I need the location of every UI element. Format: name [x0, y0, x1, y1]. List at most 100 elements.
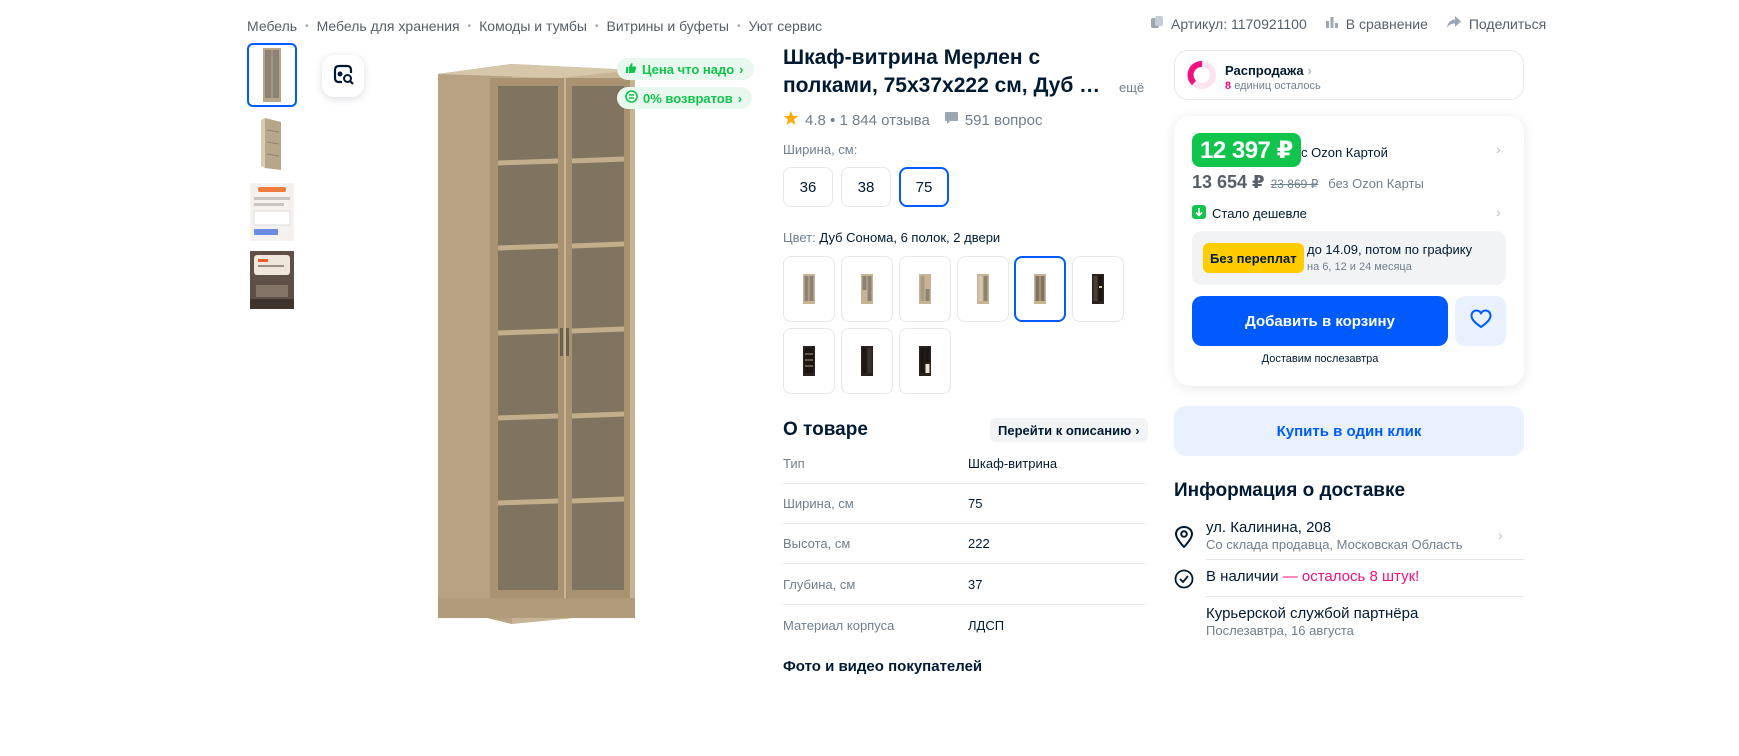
spec-row: Глубина, см 37 [783, 565, 1145, 605]
courier-label: Курьерской службой партнёра [1206, 605, 1419, 622]
image-search-icon [331, 62, 355, 91]
sale-card[interactable]: Распродажа › 8 единиц осталось [1174, 50, 1524, 100]
courier-row: Курьерской службой партнёра Послезавтра,… [1174, 605, 1524, 638]
badge-label: Цена что надо [642, 61, 735, 77]
product-main-image[interactable] [420, 58, 650, 628]
spec-key: Тип [783, 456, 805, 471]
sale-title-row: Распродажа › [1225, 62, 1312, 78]
spec-value: ЛДСП [968, 617, 1005, 633]
cabinet-thumbnail-image [263, 48, 281, 102]
width-option-selected[interactable]: 75 [899, 167, 949, 207]
color-label: Цвет: [783, 230, 816, 245]
breadcrumb-item[interactable]: Мебель для хранения [317, 18, 460, 34]
gallery-thumbnail[interactable] [247, 112, 297, 176]
compare-button[interactable]: В сравнение [1325, 15, 1428, 32]
color-swatch[interactable] [899, 256, 951, 322]
add-to-cart-button[interactable]: Добавить в корзину [1192, 296, 1448, 346]
title-more-link[interactable]: ещё [1119, 80, 1144, 95]
spec-value: 37 [968, 577, 983, 592]
breadcrumb-item[interactable]: Витрины и буфеты [607, 18, 729, 34]
spec-value: 75 [968, 496, 983, 511]
delivery-address-sub: Со склада продавца, Московская Область [1206, 537, 1463, 552]
delivery-address: ул. Калинина, 208 [1206, 519, 1332, 536]
breadcrumb-item[interactable]: Уют сервис [748, 18, 822, 34]
rating-reviews-link[interactable]: 4.8 • 1 844 отзыва [805, 112, 930, 129]
article-number: Артикул: 1170921100 [1171, 15, 1307, 32]
color-swatch[interactable] [841, 256, 893, 322]
breadcrumb-item[interactable]: Мебель [247, 18, 297, 34]
product-title-line: полками, 75x37x222 см, Дуб Сонома [783, 74, 1113, 97]
delivery-hint: Доставим послезавтра [1261, 353, 1379, 365]
width-option[interactable]: 38 [841, 167, 891, 207]
chevron-right-icon[interactable]: › [1496, 141, 1501, 157]
buy-one-click-button[interactable]: Купить в один клик [1174, 406, 1524, 456]
color-swatch[interactable] [783, 328, 835, 394]
spec-key: Глубина, см [783, 577, 856, 592]
image-search-button[interactable] [322, 55, 364, 97]
goto-description-label: Перейти к описанию [998, 422, 1132, 438]
zero-returns-badge[interactable]: 0% возвратов › [617, 87, 753, 109]
spec-key: Высота, см [783, 536, 851, 551]
gallery-thumbnail[interactable] [247, 248, 297, 312]
color-swatch[interactable] [783, 256, 835, 322]
cabinet-dark-swatch-image [919, 346, 931, 376]
spec-key: Ширина, см [783, 496, 854, 511]
delivery-heading: Информация о доставке [1174, 480, 1406, 501]
questions-link[interactable]: 591 вопрос [965, 112, 1043, 129]
sale-count-suffix: единиц осталось [1234, 80, 1321, 92]
installment-text: до 14.09, потом по графику [1307, 242, 1473, 257]
spec-value: 222 [968, 536, 990, 551]
favorite-button[interactable] [1455, 296, 1506, 346]
installment-card[interactable]: Без переплат до 14.09, потом по графику … [1192, 231, 1506, 285]
divider [1206, 596, 1524, 597]
breadcrumb-separator: • [736, 20, 741, 32]
cabinet-dark-swatch-image [861, 346, 873, 376]
regular-price-label: без Ozon Карты [1328, 176, 1424, 191]
questions-icon [944, 111, 959, 129]
color-swatch-selected[interactable] [1014, 256, 1066, 322]
sale-ring-icon [1187, 60, 1217, 95]
price-good-badge[interactable]: Цена что надо › [617, 58, 754, 80]
product-title: Шкаф-витрина Мерлен с полками, 75x37x222… [783, 44, 1145, 100]
stock-text: В наличии — осталось 8 штук! [1206, 568, 1419, 585]
color-swatch[interactable] [957, 256, 1009, 322]
goto-description-button[interactable]: Перейти к описанию › [990, 418, 1148, 442]
compare-label: В сравнение [1345, 15, 1428, 32]
width-option[interactable]: 36 [783, 167, 833, 207]
regular-price: 13 654 ₽ [1192, 172, 1265, 192]
heart-icon [1469, 308, 1492, 334]
cabinet-light-swatch-image [977, 274, 989, 304]
price-drop-row[interactable]: Стало дешевле [1192, 205, 1307, 222]
spec-row: Материал корпуса ЛДСП [783, 605, 1145, 645]
installment-sub: на 6, 12 и 24 месяца [1307, 261, 1412, 273]
chevron-right-icon: › [737, 90, 743, 106]
rating-bar: 4.8 • 1 844 отзыва 591 вопрос [783, 110, 1042, 130]
cabinet-side-thumbnail-image [261, 118, 281, 170]
old-price: 23 869 ₽ [1270, 177, 1319, 191]
cabinet-image [438, 64, 635, 624]
gallery-thumbnail[interactable] [247, 180, 297, 244]
ozon-card-label: с Ozon Картой [1301, 145, 1388, 160]
spec-row: Ширина, см 75 [783, 484, 1145, 524]
spec-row: Высота, см 222 [783, 524, 1145, 564]
price-drop-label: Стало дешевле [1212, 206, 1307, 221]
sale-count: 8 [1225, 80, 1232, 92]
gallery-thumbnail[interactable] [247, 43, 297, 107]
color-swatch[interactable] [1072, 256, 1124, 322]
cabinet-light-swatch-image [919, 274, 931, 304]
color-swatch[interactable] [841, 328, 893, 394]
article-copy[interactable]: Артикул: 1170921100 [1150, 15, 1307, 32]
color-swatch[interactable] [899, 328, 951, 394]
stock-status: В наличии [1206, 568, 1279, 585]
promo-room-thumbnail-image [250, 251, 294, 309]
delivery-address-row[interactable]: ул. Калинина, 208 Со склада продавца, Мо… [1174, 519, 1524, 553]
breadcrumb-item[interactable]: Комоды и тумбы [479, 18, 587, 34]
top-actions: Артикул: 1170921100 В сравнение Поделить… [1150, 15, 1546, 32]
promo-thumbnail-image [250, 183, 294, 241]
share-icon [1446, 15, 1462, 32]
chevron-right-icon[interactable]: › [1496, 204, 1501, 220]
courier-date: Послезавтра, 16 августа [1206, 623, 1354, 638]
installment-badge: Без переплат [1203, 243, 1304, 273]
share-button[interactable]: Поделиться [1446, 15, 1546, 32]
thumbs-up-icon [625, 62, 637, 77]
